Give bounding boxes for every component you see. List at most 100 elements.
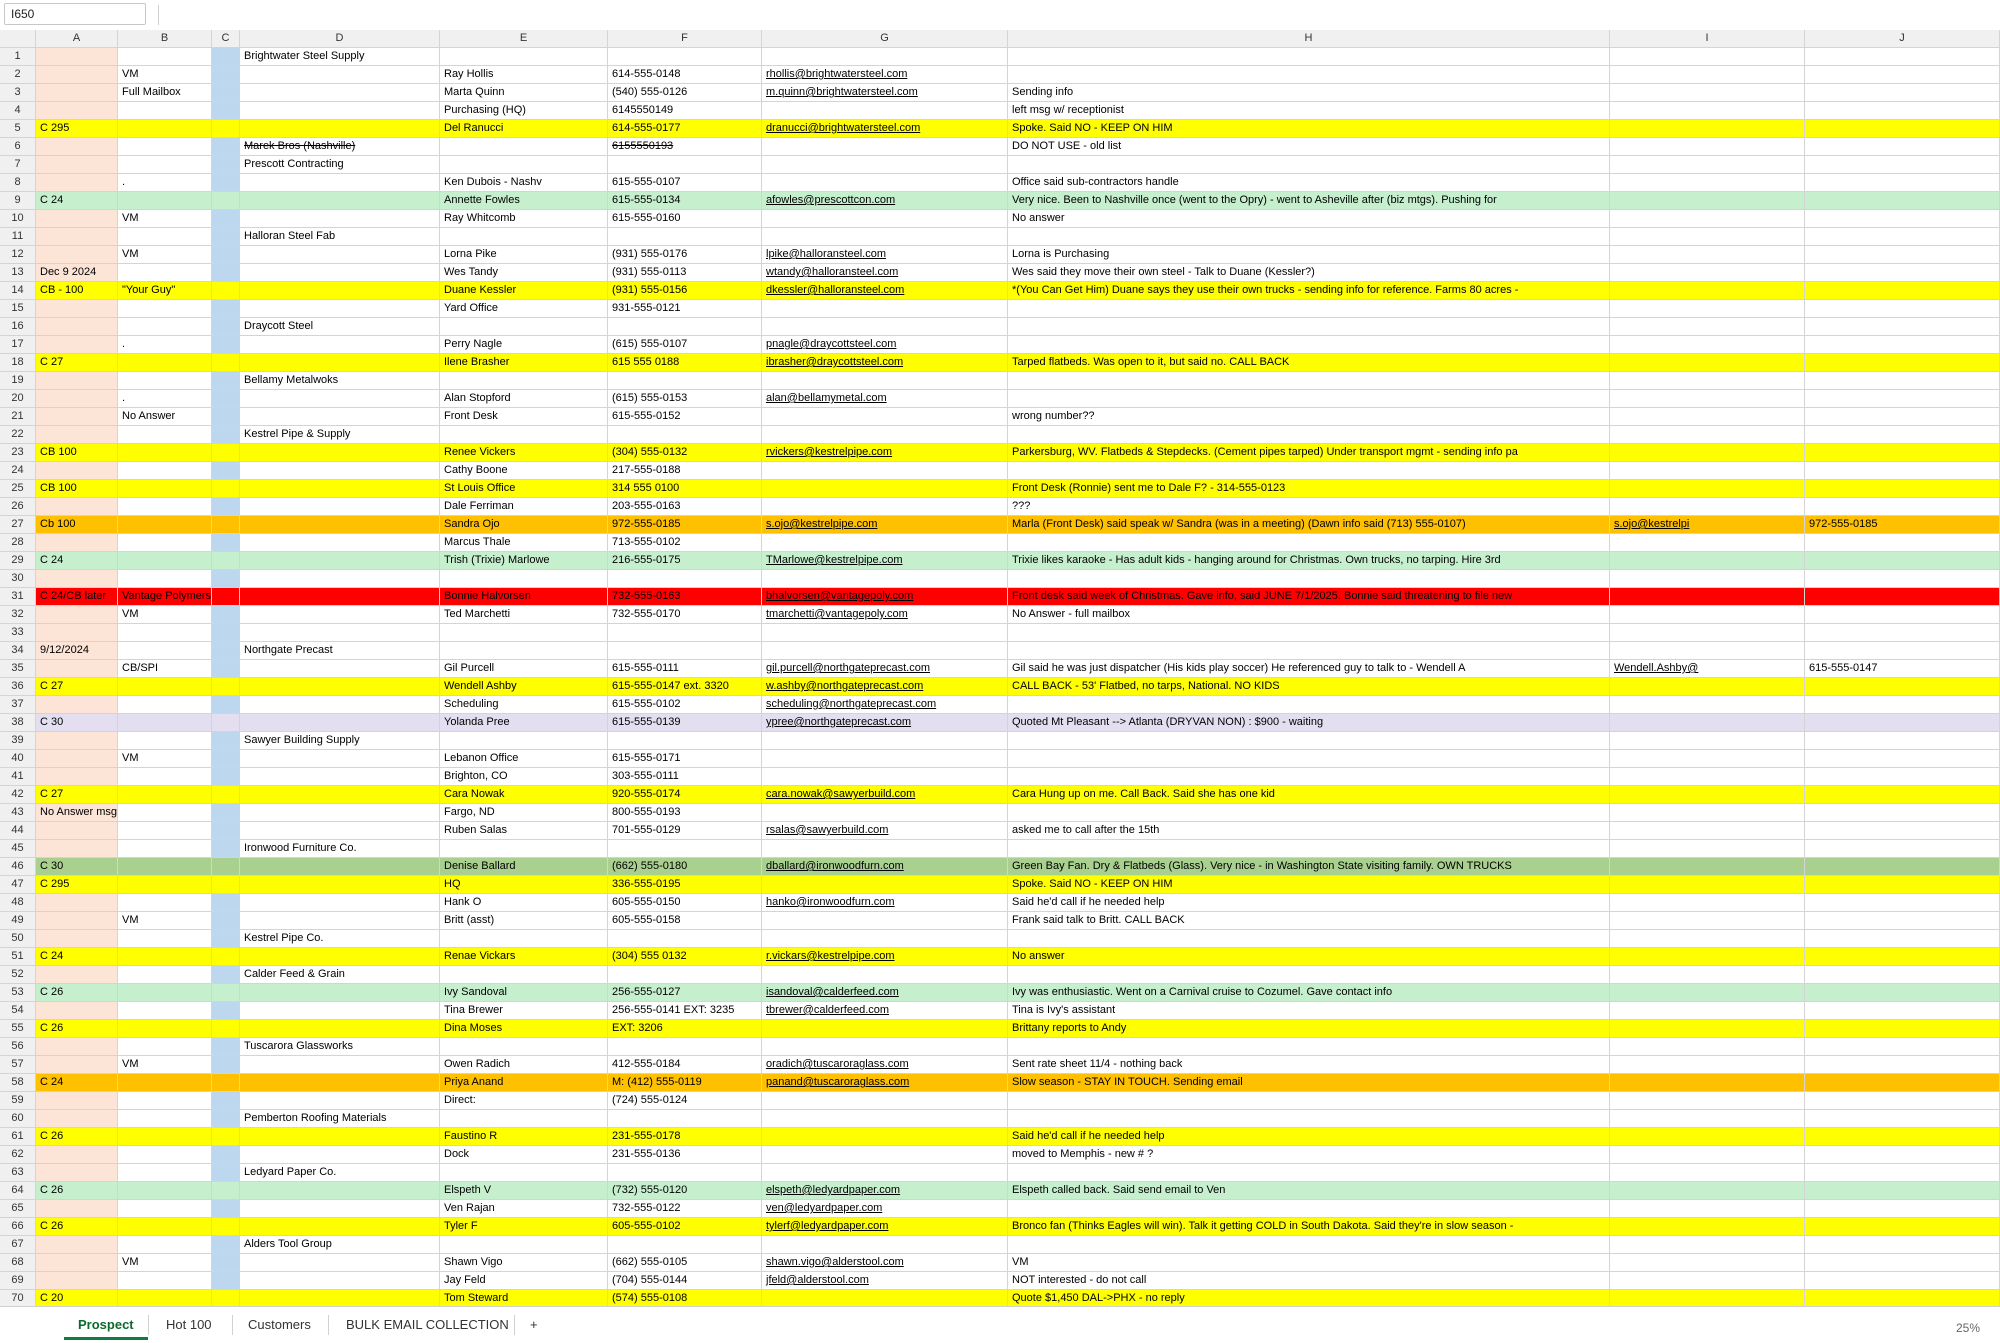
- cell-a[interactable]: [36, 66, 118, 84]
- cell-e[interactable]: Lorna Pike: [440, 246, 608, 264]
- cell-f[interactable]: (615) 555-0153: [608, 390, 762, 408]
- cell-c[interactable]: [212, 1020, 240, 1038]
- cell-d[interactable]: [240, 102, 440, 120]
- cell-f[interactable]: 713-555-0102: [608, 534, 762, 552]
- cell-d[interactable]: [240, 948, 440, 966]
- cell-f[interactable]: [608, 930, 762, 948]
- row-header[interactable]: 40: [0, 750, 36, 768]
- cell-b[interactable]: [118, 786, 212, 804]
- cell-d[interactable]: Ironwood Furniture Co.: [240, 840, 440, 858]
- cell-g[interactable]: [762, 138, 1008, 156]
- cell-c[interactable]: [212, 354, 240, 372]
- cell-a[interactable]: [36, 894, 118, 912]
- cell-d[interactable]: Kestrel Pipe Co.: [240, 930, 440, 948]
- cell-g[interactable]: scheduling@northgateprecast.com: [762, 696, 1008, 714]
- cell-j[interactable]: [1805, 480, 2000, 498]
- cell-j[interactable]: [1805, 1254, 2000, 1272]
- cell-h[interactable]: Trixie likes karaoke - Has adult kids - …: [1008, 552, 1610, 570]
- cell-g[interactable]: [762, 1038, 1008, 1056]
- cell-j[interactable]: [1805, 1182, 2000, 1200]
- cell-j[interactable]: [1805, 1038, 2000, 1056]
- cell-i[interactable]: [1610, 804, 1805, 822]
- cell-j[interactable]: [1805, 750, 2000, 768]
- cell-g[interactable]: dranucci@brightwatersteel.com: [762, 120, 1008, 138]
- cell-c[interactable]: [212, 750, 240, 768]
- cell-j[interactable]: [1805, 192, 2000, 210]
- select-all-corner[interactable]: [0, 30, 36, 48]
- cell-e[interactable]: HQ: [440, 876, 608, 894]
- cell-a[interactable]: [36, 966, 118, 984]
- cell-d[interactable]: [240, 264, 440, 282]
- cell-d[interactable]: [240, 1146, 440, 1164]
- cell-h[interactable]: [1008, 390, 1610, 408]
- cell-h[interactable]: DO NOT USE - old list: [1008, 138, 1610, 156]
- cell-e[interactable]: Brighton, CO: [440, 768, 608, 786]
- cell-d[interactable]: Draycott Steel: [240, 318, 440, 336]
- cell-i[interactable]: [1610, 138, 1805, 156]
- cell-g[interactable]: [762, 174, 1008, 192]
- cell-a[interactable]: C 26: [36, 984, 118, 1002]
- cell-d[interactable]: [240, 822, 440, 840]
- cell-d[interactable]: [240, 408, 440, 426]
- cell-e[interactable]: Fargo, ND: [440, 804, 608, 822]
- cell-h[interactable]: [1008, 1110, 1610, 1128]
- cell-c[interactable]: [212, 120, 240, 138]
- cell-j[interactable]: [1805, 1074, 2000, 1092]
- cell-a[interactable]: [36, 408, 118, 426]
- cell-f[interactable]: 6145550149: [608, 102, 762, 120]
- row-header[interactable]: 20: [0, 390, 36, 408]
- cell-a[interactable]: [36, 300, 118, 318]
- cell-h[interactable]: [1008, 768, 1610, 786]
- cell-i[interactable]: [1610, 480, 1805, 498]
- cell-d[interactable]: [240, 1254, 440, 1272]
- cell-b[interactable]: [118, 930, 212, 948]
- cell-c[interactable]: [212, 840, 240, 858]
- row-header[interactable]: 49: [0, 912, 36, 930]
- row-header[interactable]: 27: [0, 516, 36, 534]
- cell-i[interactable]: [1610, 1074, 1805, 1092]
- cell-d[interactable]: [240, 660, 440, 678]
- cell-b[interactable]: .: [118, 336, 212, 354]
- row-header[interactable]: 12: [0, 246, 36, 264]
- cell-i[interactable]: [1610, 66, 1805, 84]
- cell-a[interactable]: [36, 174, 118, 192]
- row-header[interactable]: 42: [0, 786, 36, 804]
- cell-a[interactable]: [36, 1110, 118, 1128]
- cell-d[interactable]: Kestrel Pipe & Supply: [240, 426, 440, 444]
- cell-b[interactable]: [118, 768, 212, 786]
- cell-c[interactable]: [212, 1092, 240, 1110]
- cell-g[interactable]: bhalvorsen@vantagepoly.com: [762, 588, 1008, 606]
- cell-g[interactable]: cara.nowak@sawyerbuild.com: [762, 786, 1008, 804]
- cell-a[interactable]: [36, 606, 118, 624]
- cell-b[interactable]: Full Mailbox: [118, 84, 212, 102]
- cell-h[interactable]: [1008, 1038, 1610, 1056]
- row-header[interactable]: 54: [0, 1002, 36, 1020]
- cell-i[interactable]: [1610, 840, 1805, 858]
- cell-h[interactable]: Office said sub-contractors handle: [1008, 174, 1610, 192]
- cell-e[interactable]: Annette Fowles: [440, 192, 608, 210]
- cell-g[interactable]: [762, 840, 1008, 858]
- cell-a[interactable]: [36, 246, 118, 264]
- cell-f[interactable]: (662) 555-0180: [608, 858, 762, 876]
- cell-j[interactable]: [1805, 552, 2000, 570]
- cell-g[interactable]: [762, 570, 1008, 588]
- row-header[interactable]: 30: [0, 570, 36, 588]
- cell-d[interactable]: [240, 1020, 440, 1038]
- cell-a[interactable]: [36, 156, 118, 174]
- cell-c[interactable]: [212, 534, 240, 552]
- cell-d[interactable]: [240, 1182, 440, 1200]
- cell-d[interactable]: [240, 912, 440, 930]
- cell-e[interactable]: Yolanda Pree: [440, 714, 608, 732]
- row-header[interactable]: 31: [0, 588, 36, 606]
- cell-g[interactable]: gil.purcell@northgateprecast.com: [762, 660, 1008, 678]
- cell-h[interactable]: Spoke. Said NO - KEEP ON HIM: [1008, 120, 1610, 138]
- cell-f[interactable]: 203-555-0163: [608, 498, 762, 516]
- cell-c[interactable]: [212, 786, 240, 804]
- cell-g[interactable]: isandoval@calderfeed.com: [762, 984, 1008, 1002]
- cell-g[interactable]: pnagle@draycottsteel.com: [762, 336, 1008, 354]
- cell-d[interactable]: [240, 1074, 440, 1092]
- cell-d[interactable]: [240, 210, 440, 228]
- cell-d[interactable]: [240, 192, 440, 210]
- cell-g[interactable]: [762, 1110, 1008, 1128]
- cell-g[interactable]: jfeld@alderstool.com: [762, 1272, 1008, 1290]
